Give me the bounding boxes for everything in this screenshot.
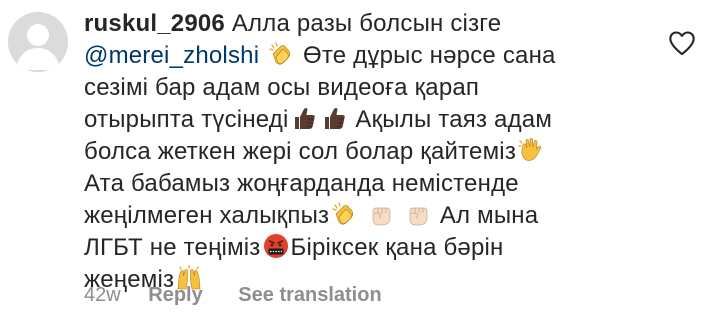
comment-text [359, 202, 366, 229]
comment-text: жеңілмеген халықпыз [84, 202, 330, 229]
clapping-hands-icon [330, 200, 358, 228]
reply-button[interactable]: Reply [148, 284, 202, 307]
waving-hand-icon [517, 136, 545, 164]
comment-line: отырыпта түсінеді Ақылы таяз адам [84, 104, 644, 136]
comment-text [396, 202, 403, 229]
like-button[interactable] [668, 30, 696, 56]
comment-timestamp: 42w [84, 284, 121, 306]
raised-fist-icon [367, 200, 395, 228]
username-link[interactable]: ruskul_2906 [84, 10, 225, 37]
comment-line: жеңілмеген халықпыз Ал мына [84, 200, 644, 232]
comment: ruskul_2906 Алла разы болсын сізге @merei… [0, 0, 701, 312]
comment-meta: 42w Reply See translation [84, 284, 382, 307]
clapping-hands-icon [267, 40, 295, 68]
thumbs-up-dark-icon [290, 104, 318, 132]
comment-text: Ақылы таяз адам [348, 106, 553, 133]
comment-text: Біріксек қана бәрін [290, 234, 504, 261]
comment-line: ruskul_2906 Алла разы болсын сізге [84, 8, 644, 40]
see-translation-button[interactable]: See translation [238, 284, 381, 307]
comment-text: Ата бабамыз жоңғарданда немістенде [84, 170, 519, 197]
comment-text: Ал мына [432, 202, 539, 229]
comment-text: отырыпта түсінеді [84, 106, 289, 133]
default-avatar-icon [8, 12, 68, 72]
comment-text: Өте дұрыс нәрсе сана [296, 42, 556, 69]
raised-fist-icon [404, 200, 432, 228]
heart-outline-icon [669, 31, 695, 56]
comment-text: сезімі бар адам осы видеоға қарап [84, 74, 480, 101]
comment-text: болса жеткен жері сол болар қайтеміз [84, 138, 517, 165]
comment-line: сезімі бар адам осы видеоға қарап [84, 72, 644, 104]
cursing-face-icon [262, 232, 290, 260]
comment-line: болса жеткен жері сол болар қайтеміз [84, 136, 644, 168]
thumbs-up-dark-icon [320, 104, 348, 132]
comment-text [259, 42, 266, 69]
mention-link[interactable]: @merei_zholshi [84, 42, 259, 69]
comment-text: ЛГБТ не теңіміз [84, 234, 261, 261]
comment-line: ЛГБТ не теңіміз Біріксек қана бәрін [84, 232, 644, 264]
comment-line: Ата бабамыз жоңғарданда немістенде [84, 168, 644, 200]
comment-body: ruskul_2906 Алла разы болсын сізге @merei… [84, 8, 644, 296]
comment-line: @merei_zholshi Өте дұрыс нәрсе сана [84, 40, 644, 72]
comment-text: Алла разы болсын сізге [224, 10, 502, 37]
avatar[interactable] [8, 12, 68, 72]
